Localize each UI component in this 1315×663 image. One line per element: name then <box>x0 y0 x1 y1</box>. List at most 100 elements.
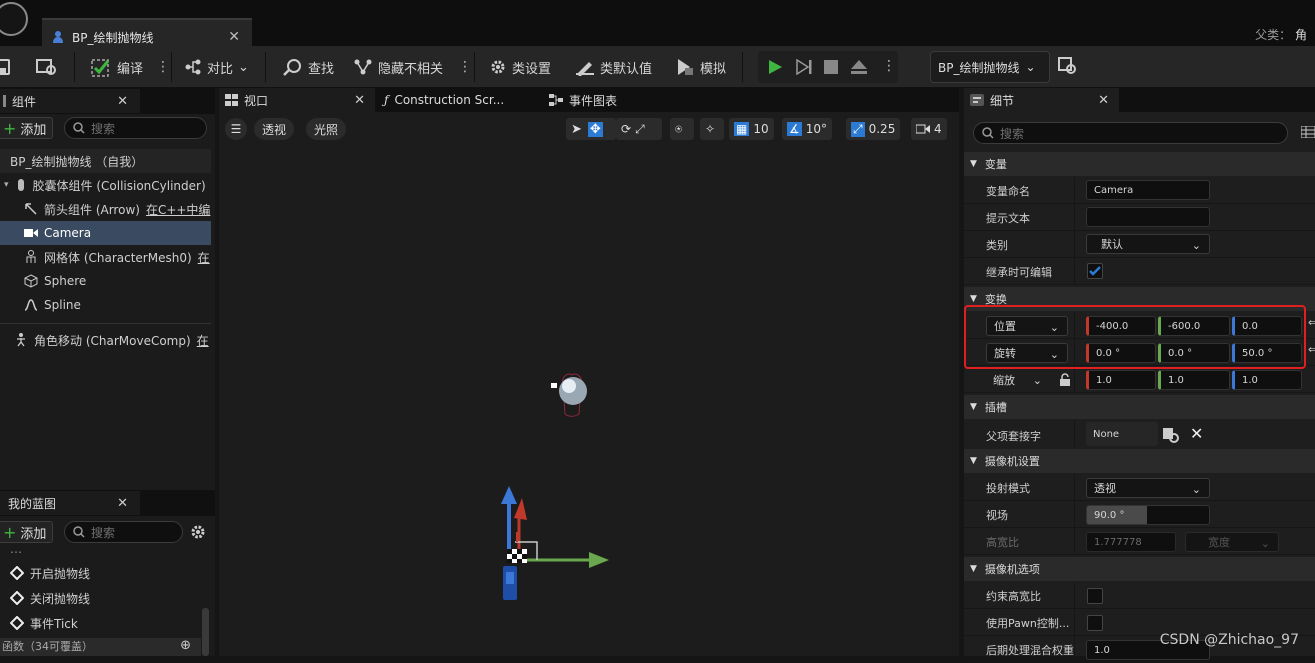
tab-details[interactable]: 细节 ✕ <box>964 88 1119 112</box>
arrow-component-icon <box>24 202 38 216</box>
close-tab-icon[interactable]: ✕ <box>117 496 128 511</box>
tooltip-input[interactable] <box>1086 207 1210 227</box>
editable-checkbox[interactable] <box>1087 263 1103 279</box>
tab-construction-script[interactable]: ƒ Construction Scr... <box>384 88 534 112</box>
event-item[interactable]: 事件Tick <box>0 611 211 635</box>
perspective-label: 透视 <box>262 121 286 138</box>
gear-icon[interactable] <box>190 524 206 540</box>
scale-snap-button[interactable]: ⤢ 0.25 <box>846 118 900 140</box>
viewport[interactable]: ☰ 透视 光照 ➤ ✥ ⟳ ⤢ ⍟ ✧ ▦ 10 ∡ 10° ⤢ 0.25 4 <box>219 112 959 656</box>
fov-slider[interactable]: 90.0 ° <box>1086 505 1210 525</box>
use-pawn-checkbox[interactable] <box>1087 615 1103 631</box>
close-tab-icon[interactable]: ✕ <box>1098 93 1109 108</box>
browse-button[interactable] <box>36 54 58 80</box>
scale-z-input[interactable]: 1.0 <box>1232 370 1302 390</box>
property-label: 继承时可编辑 <box>986 264 1052 280</box>
category-camera-settings[interactable]: ▼摄像机设置 <box>964 449 1315 473</box>
tree-item-mesh[interactable]: 网格体 (CharacterMesh0) 在 <box>0 245 211 269</box>
debug-object-select[interactable]: BP_绘制抛物线 ⌄ <box>930 51 1050 83</box>
plus-icon: + <box>3 523 16 542</box>
scrollbar-thumb[interactable] <box>202 608 209 656</box>
reset-arrow-icon[interactable]: ⇐ <box>1308 343 1315 356</box>
variable-name-input[interactable]: Camera <box>1086 180 1210 200</box>
simulate-button[interactable]: 模拟 <box>675 54 726 80</box>
class-defaults-button[interactable]: 类默认值 <box>575 54 652 80</box>
rotation-snap-button[interactable]: ∡ 10° <box>782 118 832 140</box>
compile-options-icon[interactable]: ⋮ <box>156 59 169 75</box>
tree-item-spline[interactable]: Spline <box>0 293 211 317</box>
hide-options-icon[interactable]: ⋮ <box>458 59 471 75</box>
close-tab-icon[interactable]: ✕ <box>228 29 240 45</box>
fov-row: 视场 90.0 ° <box>964 501 1315 528</box>
category-camera-options[interactable]: ▼摄像机选项 <box>964 557 1315 581</box>
play-icon[interactable] <box>767 59 783 75</box>
debug-object-value: BP_绘制抛物线 <box>938 59 1019 76</box>
projection-combo[interactable]: 透视⌄ <box>1086 478 1210 498</box>
details-search-input[interactable]: 搜索 <box>973 122 1288 144</box>
transform-gizmo[interactable] <box>489 482 619 617</box>
compile-button[interactable]: 编译 ⋮ <box>90 54 169 80</box>
tree-item-self[interactable]: BP_绘制抛物线 （自我） <box>0 149 211 173</box>
functions-category[interactable]: 函数（34可覆盖） ⊕ <box>0 638 201 656</box>
save-button[interactable] <box>0 54 10 80</box>
tree-item-movement[interactable]: 角色移动 (CharMoveComp) 在 <box>0 328 211 352</box>
lock-icon[interactable] <box>1059 373 1071 386</box>
event-item[interactable]: 开启抛物线 <box>0 561 211 585</box>
unreal-logo-icon[interactable] <box>0 2 28 36</box>
tree-label: BP_绘制抛物线 （自我） <box>10 153 143 170</box>
scale-y-value: 1.0 <box>1168 375 1184 386</box>
tree-item-camera[interactable]: Camera <box>0 221 211 245</box>
select-cursor-icon[interactable]: ➤ <box>571 122 582 137</box>
tab-viewport[interactable]: 视口 ✕ <box>219 88 375 112</box>
add-component-button[interactable]: + 添加 <box>0 117 53 139</box>
tab-event-graph[interactable]: 事件图表 <box>549 88 669 112</box>
hide-unrelated-button[interactable]: 隐藏不相关 ⋮ <box>353 54 471 80</box>
clear-socket-icon[interactable]: ✕ <box>1190 424 1203 443</box>
stop-icon[interactable] <box>824 60 838 74</box>
add-function-icon[interactable]: ⊕ <box>180 638 191 653</box>
category-sockets[interactable]: ▼插槽 <box>964 395 1315 419</box>
tree-item-capsule[interactable]: ▾ 胶囊体组件 (CollisionCylinder) <box>0 173 211 197</box>
my-blueprint-search-input[interactable]: 搜索 <box>64 521 183 543</box>
find-button[interactable]: 查找 <box>283 54 334 80</box>
step-icon[interactable] <box>795 59 813 75</box>
property-label: 视场 <box>986 507 1008 523</box>
tab-components[interactable]: 组件 ✕ <box>0 89 140 113</box>
rotate-scale-tools: ⟳ ⤢ <box>616 118 662 140</box>
event-item[interactable]: 关闭抛物线 <box>0 586 211 610</box>
perspective-button[interactable]: 透视 <box>254 118 294 140</box>
browse-debug-icon[interactable] <box>1058 57 1078 75</box>
surface-snap-button[interactable]: ⍟ <box>670 118 694 140</box>
scale-x-input[interactable]: 1.0 <box>1086 370 1156 390</box>
tab-my-blueprint[interactable]: 我的蓝图 ✕ <box>0 491 140 515</box>
close-tab-icon[interactable]: ✕ <box>117 94 128 109</box>
browse-socket-icon[interactable] <box>1162 427 1180 443</box>
scale-icon[interactable]: ⤢ <box>635 122 645 137</box>
class-settings-button[interactable]: 类设置 <box>489 54 551 80</box>
table-view-icon[interactable] <box>1301 126 1315 138</box>
category-variable[interactable]: ▼变量 <box>964 152 1315 176</box>
scale-mode-combo[interactable]: 缩放⌄ <box>986 370 1050 390</box>
play-options-icon[interactable]: ⋮ <box>882 58 895 74</box>
scale-y-input[interactable]: 1.0 <box>1158 370 1230 390</box>
tree-item-arrow[interactable]: 箭头组件 (Arrow) 在C++中编 <box>0 197 211 221</box>
parent-socket-field[interactable]: None <box>1086 422 1158 446</box>
add-member-button[interactable]: + 添加 <box>0 521 53 543</box>
world-local-button[interactable]: ✧ <box>700 118 724 140</box>
components-search-placeholder: 搜索 <box>91 120 115 137</box>
close-tab-icon[interactable]: ✕ <box>354 93 365 108</box>
scene-camera-sphere[interactable] <box>549 364 594 419</box>
lit-button[interactable]: 光照 <box>306 118 346 140</box>
diff-button[interactable]: 对比 ⌄ <box>184 54 249 80</box>
move-icon[interactable]: ✥ <box>588 122 603 137</box>
constrain-aspect-checkbox[interactable] <box>1087 588 1103 604</box>
components-search-input[interactable]: 搜索 <box>64 117 207 139</box>
category-combo[interactable]: 默认⌄ <box>1086 234 1210 254</box>
reset-arrow-icon[interactable]: ⇐ <box>1308 316 1315 329</box>
eject-icon[interactable] <box>850 59 868 75</box>
viewport-menu-button[interactable]: ☰ <box>225 118 247 140</box>
rotate-icon[interactable]: ⟳ <box>621 122 631 136</box>
tree-item-sphere[interactable]: Sphere <box>0 269 211 293</box>
camera-speed-button[interactable]: 4 <box>911 118 947 140</box>
grid-snap-button[interactable]: ▦ 10 <box>729 118 774 140</box>
